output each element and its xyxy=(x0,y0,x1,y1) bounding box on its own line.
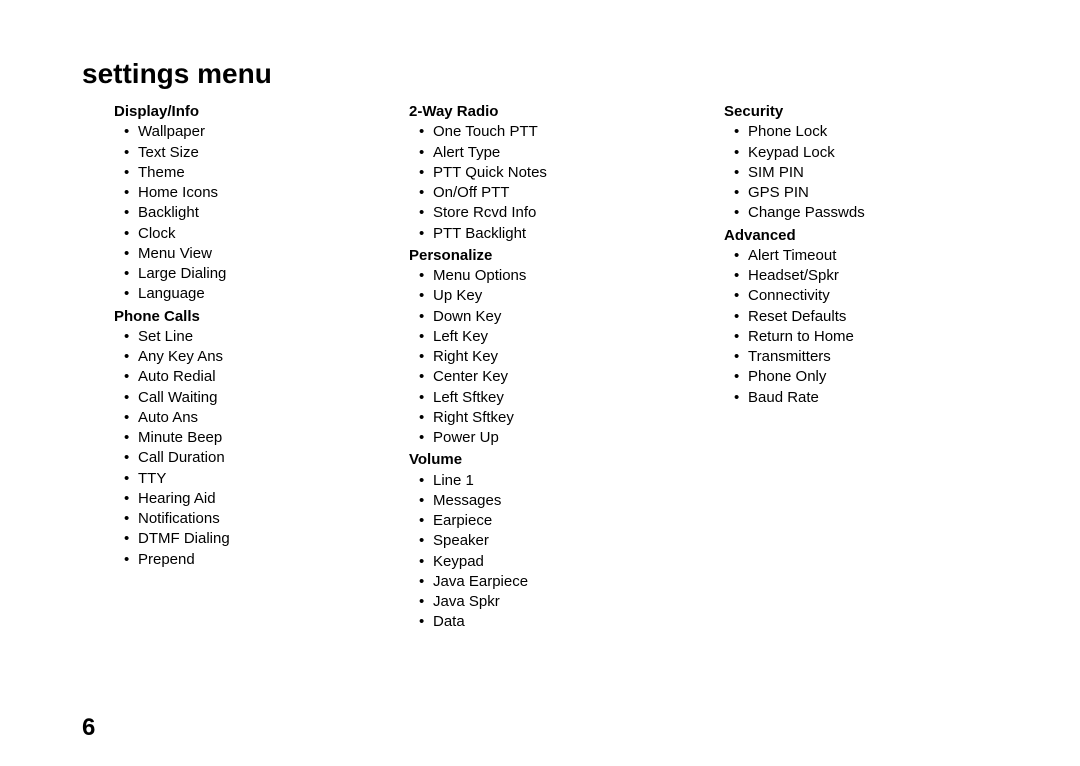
list-item: Set Line xyxy=(138,327,377,347)
section-heading: Phone Calls xyxy=(82,307,377,327)
list-item: Baud Rate xyxy=(748,388,992,408)
page-number: 6 xyxy=(82,714,95,742)
list-item: Large Dialing xyxy=(138,264,377,284)
section-heading: Advanced xyxy=(692,226,992,246)
list-item: Clock xyxy=(138,224,377,244)
list-item: Wallpaper xyxy=(138,122,377,142)
list-item: SIM PIN xyxy=(748,163,992,183)
list-item: Auto Redial xyxy=(138,367,377,387)
list-item: Center Key xyxy=(433,367,692,387)
list-item: Theme xyxy=(138,163,377,183)
columns-container: Display/InfoWallpaperText SizeThemeHome … xyxy=(82,102,1080,635)
list-item: PTT Quick Notes xyxy=(433,163,692,183)
list-item: One Touch PTT xyxy=(433,122,692,142)
list-item: Notifications xyxy=(138,509,377,529)
list-item: Transmitters xyxy=(748,347,992,367)
section-items: Phone LockKeypad LockSIM PINGPS PINChang… xyxy=(692,122,992,223)
section-items: Alert TimeoutHeadset/SpkrConnectivityRes… xyxy=(692,246,992,408)
section: SecurityPhone LockKeypad LockSIM PINGPS … xyxy=(692,102,992,224)
list-item: Left Key xyxy=(433,327,692,347)
list-item: Home Icons xyxy=(138,183,377,203)
list-item: Prepend xyxy=(138,550,377,570)
list-item: Data xyxy=(433,612,692,632)
list-item: Return to Home xyxy=(748,327,992,347)
section-items: Menu OptionsUp KeyDown KeyLeft KeyRight … xyxy=(377,266,692,448)
section-heading: Display/Info xyxy=(82,102,377,122)
column: Display/InfoWallpaperText SizeThemeHome … xyxy=(82,102,377,635)
section-heading: Security xyxy=(692,102,992,122)
list-item: Right Sftkey xyxy=(433,408,692,428)
list-item: Down Key xyxy=(433,307,692,327)
section-heading: Personalize xyxy=(377,246,692,266)
section: VolumeLine 1MessagesEarpieceSpeakerKeypa… xyxy=(377,450,692,632)
list-item: Store Rcvd Info xyxy=(433,203,692,223)
list-item: On/Off PTT xyxy=(433,183,692,203)
list-item: Left Sftkey xyxy=(433,388,692,408)
list-item: DTMF Dialing xyxy=(138,529,377,549)
list-item: GPS PIN xyxy=(748,183,992,203)
section-heading: Volume xyxy=(377,450,692,470)
list-item: Keypad xyxy=(433,552,692,572)
list-item: Menu View xyxy=(138,244,377,264)
list-item: Auto Ans xyxy=(138,408,377,428)
list-item: Menu Options xyxy=(433,266,692,286)
list-item: Speaker xyxy=(433,531,692,551)
list-item: Connectivity xyxy=(748,286,992,306)
list-item: Call Duration xyxy=(138,448,377,468)
section-heading: 2-Way Radio xyxy=(377,102,692,122)
list-item: Call Waiting xyxy=(138,388,377,408)
section-items: Line 1MessagesEarpieceSpeakerKeypadJava … xyxy=(377,471,692,633)
column: SecurityPhone LockKeypad LockSIM PINGPS … xyxy=(692,102,992,635)
section: 2-Way RadioOne Touch PTTAlert TypePTT Qu… xyxy=(377,102,692,244)
list-item: Alert Type xyxy=(433,143,692,163)
list-item: Phone Only xyxy=(748,367,992,387)
list-item: Headset/Spkr xyxy=(748,266,992,286)
page-title: settings menu xyxy=(82,58,1080,90)
section-items: Set LineAny Key AnsAuto RedialCall Waiti… xyxy=(82,327,377,570)
section-items: One Touch PTTAlert TypePTT Quick NotesOn… xyxy=(377,122,692,244)
list-item: Java Earpiece xyxy=(433,572,692,592)
list-item: Java Spkr xyxy=(433,592,692,612)
list-item: Hearing Aid xyxy=(138,489,377,509)
section: PersonalizeMenu OptionsUp KeyDown KeyLef… xyxy=(377,246,692,449)
list-item: PTT Backlight xyxy=(433,224,692,244)
list-item: Keypad Lock xyxy=(748,143,992,163)
section: AdvancedAlert TimeoutHeadset/SpkrConnect… xyxy=(692,226,992,408)
list-item: Earpiece xyxy=(433,511,692,531)
list-item: Alert Timeout xyxy=(748,246,992,266)
list-item: Any Key Ans xyxy=(138,347,377,367)
list-item: Backlight xyxy=(138,203,377,223)
list-item: Line 1 xyxy=(433,471,692,491)
list-item: Reset Defaults xyxy=(748,307,992,327)
list-item: Change Passwds xyxy=(748,203,992,223)
page-container: settings menu Display/InfoWallpaperText … xyxy=(0,0,1080,766)
list-item: Phone Lock xyxy=(748,122,992,142)
column: 2-Way RadioOne Touch PTTAlert TypePTT Qu… xyxy=(377,102,692,635)
section: Display/InfoWallpaperText SizeThemeHome … xyxy=(82,102,377,305)
section: Phone CallsSet LineAny Key AnsAuto Redia… xyxy=(82,307,377,570)
section-items: WallpaperText SizeThemeHome IconsBacklig… xyxy=(82,122,377,304)
list-item: Up Key xyxy=(433,286,692,306)
list-item: Right Key xyxy=(433,347,692,367)
list-item: Messages xyxy=(433,491,692,511)
list-item: TTY xyxy=(138,469,377,489)
list-item: Power Up xyxy=(433,428,692,448)
list-item: Language xyxy=(138,284,377,304)
list-item: Minute Beep xyxy=(138,428,377,448)
list-item: Text Size xyxy=(138,143,377,163)
